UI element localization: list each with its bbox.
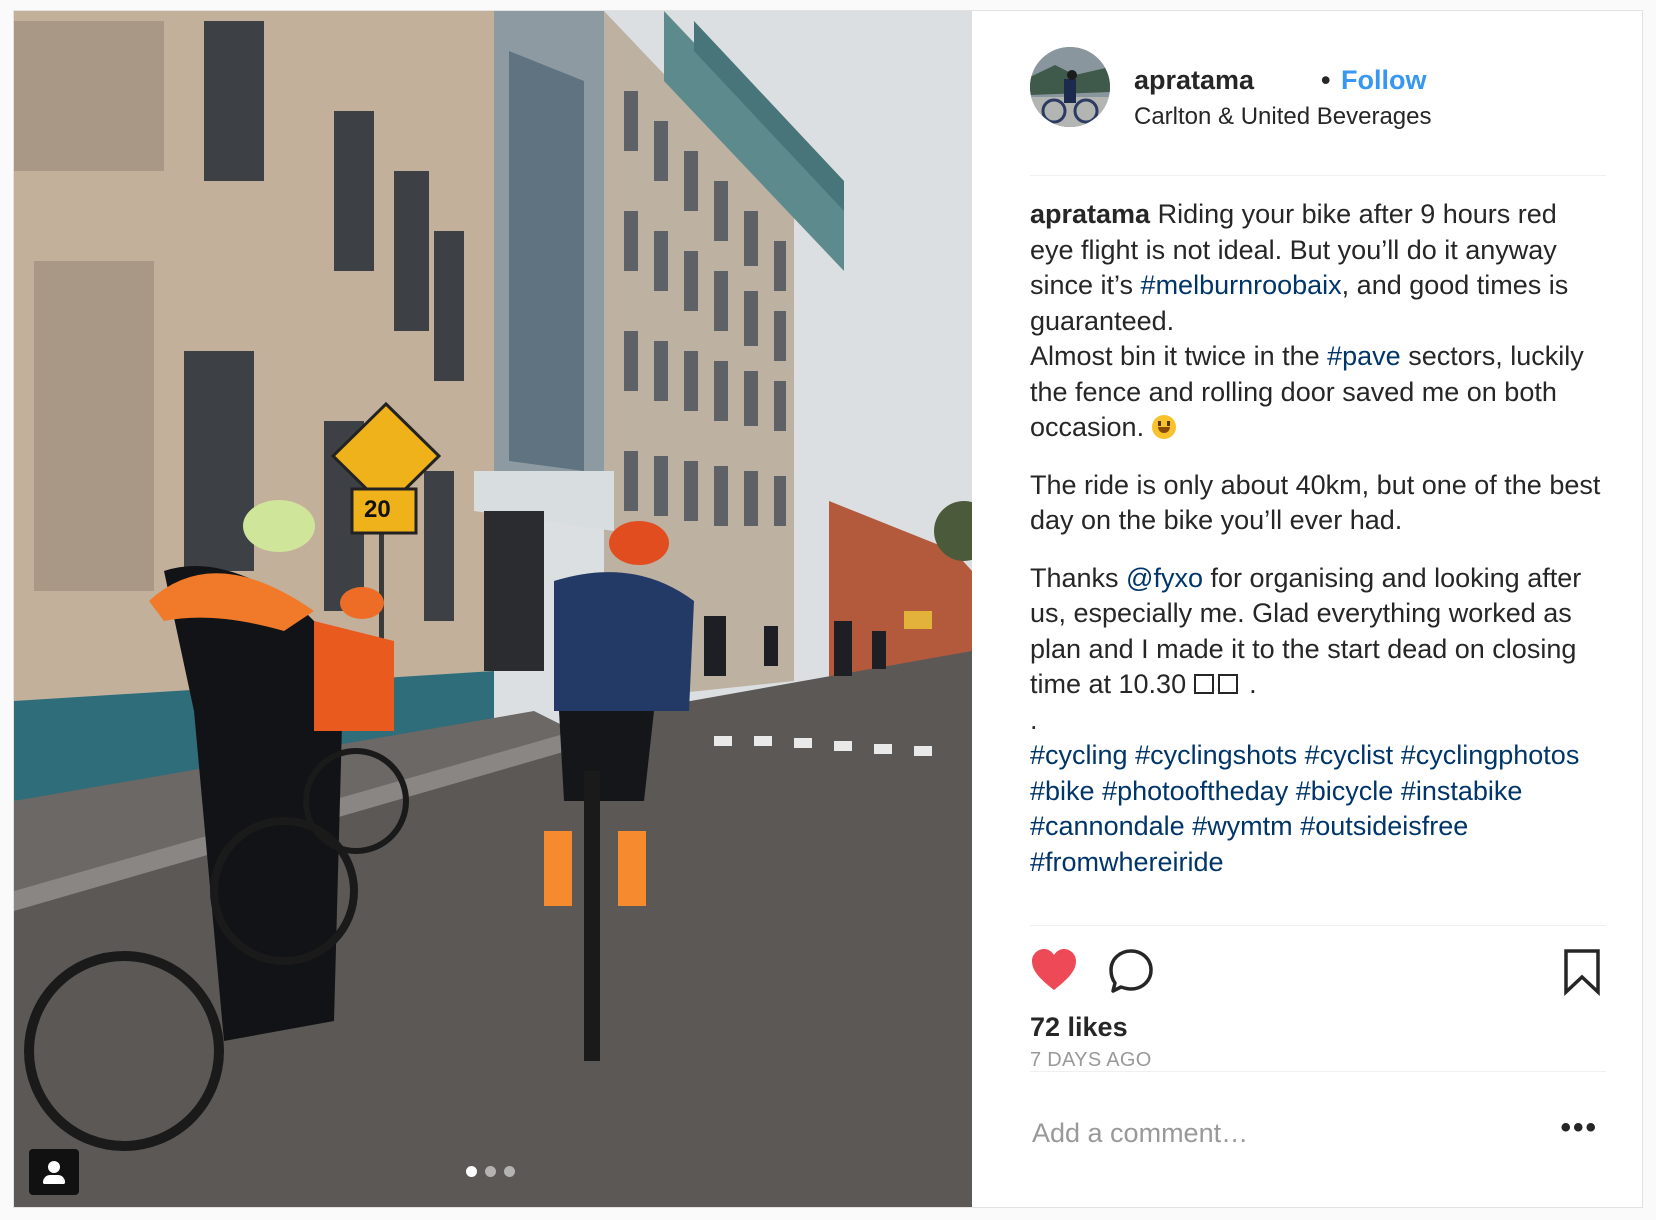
hashtag-link[interactable]: #cyclingphotos <box>1401 740 1580 770</box>
carousel-dots <box>466 1166 515 1177</box>
caption-paragraph-4: Thanks @fyxo for organising and looking … <box>1030 561 1606 703</box>
post-caption: apratama Riding your bike after 9 hours … <box>1030 197 1606 915</box>
caption-dot-line: . <box>1030 704 1038 735</box>
missing-glyph-icon <box>1193 674 1214 694</box>
post-sidebar: apratama • Follow Carlton & United Bever… <box>972 11 1642 1207</box>
caption-paragraph-2: Almost bin it twice in the #pave sectors… <box>1030 339 1606 446</box>
hashtag-link[interactable]: #bicycle <box>1296 776 1394 806</box>
hashtag-link[interactable]: #melburnroobaix <box>1141 270 1342 300</box>
bookmark-icon[interactable] <box>1562 948 1602 1001</box>
hashtag-link[interactable]: #pave <box>1327 341 1401 371</box>
hashtag-link[interactable]: #instabike <box>1401 776 1523 806</box>
hashtag-link[interactable]: #cannondale <box>1030 811 1185 841</box>
hashtag-link[interactable]: #fromwhereiride <box>1030 847 1224 877</box>
caption-text: Thanks <box>1030 562 1127 593</box>
comment-row: ••• <box>1030 1107 1606 1167</box>
hashtag-link[interactable]: #photooftheday <box>1102 776 1288 806</box>
post-photo[interactable]: 20 <box>14 11 972 1207</box>
caption-author[interactable]: apratama <box>1030 199 1150 229</box>
timestamp-wrap: 7 DAYS AGO <box>1030 1049 1152 1072</box>
hashtag-link[interactable]: #wymtm <box>1192 811 1293 841</box>
separator-dot: • <box>1321 65 1331 95</box>
comment-input[interactable] <box>1030 1107 1534 1159</box>
more-options-button[interactable]: ••• <box>1560 1111 1598 1145</box>
caption-text: . <box>1249 669 1257 699</box>
carousel-dot[interactable] <box>485 1166 496 1177</box>
user-tag-icon[interactable] <box>29 1149 79 1195</box>
caption-hashtags: #cycling #cyclingshots #cyclist #cycling… <box>1030 738 1606 880</box>
caption-paragraph-1: apratama Riding your bike after 9 hours … <box>1030 197 1606 339</box>
avatar[interactable] <box>1030 47 1110 127</box>
missing-glyph-icon <box>1217 674 1238 694</box>
heart-icon[interactable] <box>1030 948 1078 997</box>
carousel-dot-active[interactable] <box>466 1166 477 1177</box>
caption-text: Almost bin it twice in the <box>1030 341 1328 371</box>
hashtag-link[interactable]: #cyclist <box>1305 740 1394 770</box>
caption-paragraph-3: The ride is only about 40km, but one of … <box>1030 469 1601 536</box>
post-location[interactable]: Carlton & United Beverages <box>1134 103 1432 131</box>
hashtag-link[interactable]: #cyclingshots <box>1135 740 1297 770</box>
carousel-dot[interactable] <box>504 1166 515 1177</box>
likes-count[interactable]: 72 likes <box>1030 1012 1128 1043</box>
mention-link[interactable]: @fyxo <box>1126 563 1203 593</box>
hashtag-link[interactable]: #bike <box>1030 776 1095 806</box>
comment-icon[interactable] <box>1108 948 1154 999</box>
post-header: apratama • Follow Carlton & United Bever… <box>1030 47 1606 176</box>
follow-button[interactable]: Follow <box>1341 65 1426 96</box>
post-username[interactable]: apratama <box>1134 65 1254 96</box>
post-timestamp[interactable]: 7 DAYS AGO <box>1030 1049 1152 1071</box>
svg-text:20: 20 <box>364 496 391 523</box>
hashtag-link[interactable]: #cycling <box>1030 740 1128 770</box>
hashtag-link[interactable]: #outsideisfree <box>1300 811 1468 841</box>
smiley-emoji-icon <box>1151 415 1176 439</box>
instagram-post: 20 apratama • Follow Carlton & United Be… <box>13 10 1643 1208</box>
